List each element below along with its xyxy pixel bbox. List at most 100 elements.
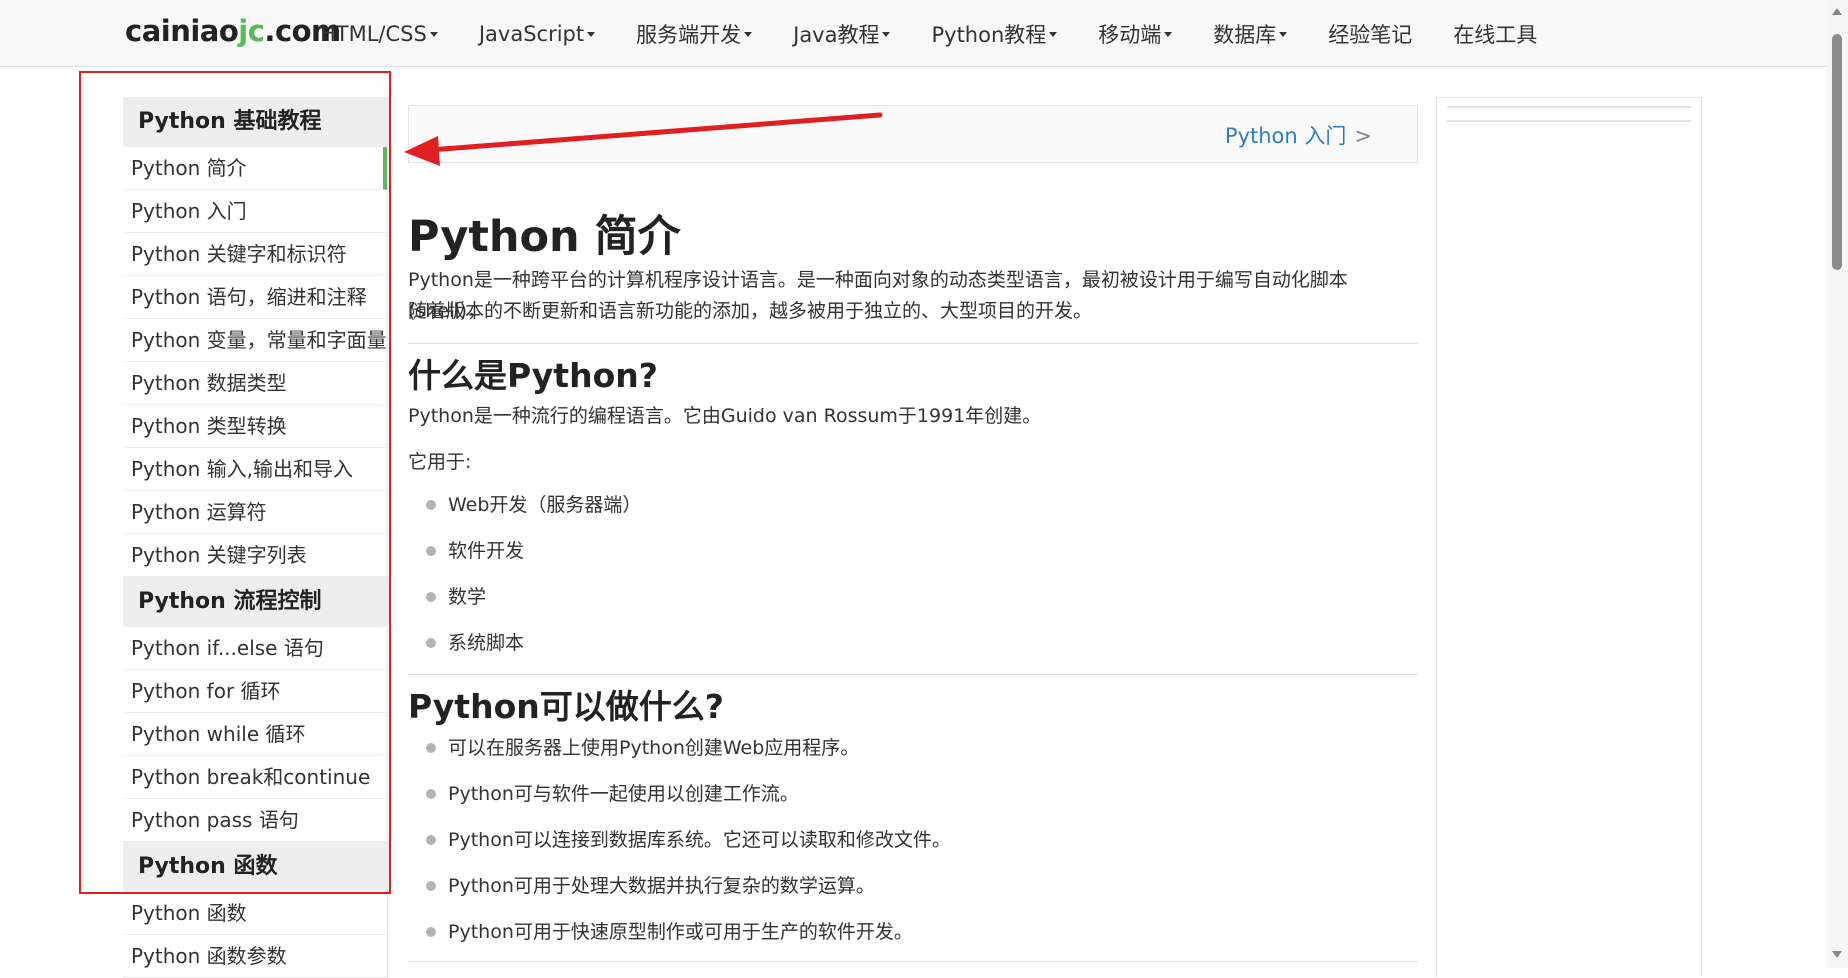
section-heading-what-can-do: Python可以做什么? bbox=[408, 687, 724, 726]
sidebar-section-title: Python 函数 bbox=[123, 842, 387, 892]
divider bbox=[408, 961, 1418, 962]
list-item-text: Python可以连接到数据库系统。它还可以读取和修改文件。 bbox=[448, 829, 951, 851]
sidebar-item-for-loop[interactable]: Python for 循环 bbox=[123, 670, 387, 713]
nav-python[interactable]: Python教程 bbox=[931, 19, 1058, 49]
logo-text-1: cainiao bbox=[125, 14, 239, 48]
bullet-icon bbox=[426, 835, 436, 845]
nav-notes[interactable]: 经验笔记 bbox=[1328, 19, 1412, 49]
nav-label: HTML/CSS bbox=[320, 21, 427, 46]
list-item: Python可用于处理大数据并执行复杂的数学运算。 bbox=[426, 863, 951, 909]
sidebar-item-break-continue[interactable]: Python break和continue bbox=[123, 756, 387, 799]
list-item-text: Python可用于处理大数据并执行复杂的数学运算。 bbox=[448, 875, 875, 897]
caret-down-icon bbox=[744, 32, 753, 37]
bullet-icon bbox=[426, 881, 436, 891]
panel-divider bbox=[1447, 120, 1691, 122]
caret-down-icon bbox=[1049, 32, 1058, 37]
list-item: 数学 bbox=[426, 574, 641, 620]
nav-tools[interactable]: 在线工具 bbox=[1453, 19, 1537, 49]
sidebar-item-functions[interactable]: Python 函数 bbox=[123, 892, 387, 935]
scroll-thumb[interactable] bbox=[1832, 34, 1842, 270]
bullet-icon bbox=[426, 592, 436, 602]
list-item: Web开发（服务器端） bbox=[426, 482, 641, 528]
caret-down-icon bbox=[587, 32, 596, 37]
sidebar-item-function-args[interactable]: Python 函数参数 bbox=[123, 935, 387, 978]
sidebar: Python 基础教程 Python 简介 Python 入门 Python 关… bbox=[123, 97, 388, 978]
sidebar-item-intro[interactable]: Python 简介 bbox=[123, 147, 387, 190]
sidebar-item-pass[interactable]: Python pass 语句 bbox=[123, 799, 387, 842]
bullet-icon bbox=[426, 500, 436, 510]
sidebar-item-data-types[interactable]: Python 数据类型 bbox=[123, 362, 387, 405]
list-item-text: Web开发（服务器端） bbox=[448, 494, 642, 516]
nav-database[interactable]: 数据库 bbox=[1213, 19, 1288, 49]
bullet-icon bbox=[426, 927, 436, 937]
sidebar-item-operators[interactable]: Python 运算符 bbox=[123, 491, 387, 534]
main-nav: HTML/CSS JavaScript 服务端开发 Java教程 Python教… bbox=[320, 0, 1578, 67]
list-item: 系统脚本 bbox=[426, 620, 641, 666]
nav-label: Java教程 bbox=[793, 22, 880, 47]
caret-down-icon bbox=[1164, 32, 1173, 37]
list-item-text: 数学 bbox=[448, 586, 487, 608]
nav-server[interactable]: 服务端开发 bbox=[636, 19, 753, 49]
next-page-label: Python 入门 bbox=[1224, 124, 1347, 148]
list-item-text: 软件开发 bbox=[448, 540, 525, 562]
bullet-icon bbox=[426, 638, 436, 648]
what-is-text: Python是一种流行的编程语言。它由Guido van Rossum于1991… bbox=[408, 405, 1042, 427]
bullet-icon bbox=[426, 743, 436, 753]
sidebar-item-getting-started[interactable]: Python 入门 bbox=[123, 190, 387, 233]
page-title: Python 简介 bbox=[408, 212, 681, 262]
bullet-icon bbox=[426, 789, 436, 799]
next-page-link[interactable]: Python 入门 > bbox=[1225, 120, 1372, 150]
nav-label: 在线工具 bbox=[1453, 22, 1538, 47]
uses-label: 它用于: bbox=[408, 451, 472, 473]
site-logo[interactable]: cainiaojc.com bbox=[125, 14, 341, 48]
list-item-text: 系统脚本 bbox=[448, 632, 525, 654]
nav-label: 服务端开发 bbox=[636, 22, 742, 47]
sidebar-item-io[interactable]: Python 输入,输出和导入 bbox=[123, 448, 387, 491]
divider bbox=[408, 343, 1418, 344]
nav-label: Python教程 bbox=[931, 22, 1047, 47]
sidebar-item-if-else[interactable]: Python if...else 语句 bbox=[123, 627, 387, 670]
caret-down-icon bbox=[429, 32, 438, 37]
sidebar-section-title: Python 流程控制 bbox=[123, 577, 387, 627]
nav-html-css[interactable]: HTML/CSS bbox=[320, 22, 438, 46]
list-item-text: Python可与软件一起使用以创建工作流。 bbox=[448, 783, 799, 805]
sidebar-item-variables[interactable]: Python 变量，常量和字面量 bbox=[123, 319, 387, 362]
vertical-scrollbar[interactable] bbox=[1826, 0, 1848, 968]
pager-bar: Python 入门 > bbox=[408, 105, 1418, 163]
right-sidebar-panel bbox=[1436, 97, 1702, 977]
panel-divider bbox=[1447, 106, 1691, 108]
list-item-text: 可以在服务器上使用Python创建Web应用程序。 bbox=[448, 737, 860, 759]
sidebar-section-title: Python 基础教程 bbox=[123, 97, 387, 147]
intro-paragraph-line2: 随着版本的不断更新和语言新功能的添加，越多被用于独立的、大型项目的开发。 bbox=[408, 300, 1093, 322]
nav-java[interactable]: Java教程 bbox=[793, 19, 891, 49]
nav-mobile[interactable]: 移动端 bbox=[1098, 19, 1173, 49]
list-item: Python可用于快速原型制作或可用于生产的软件开发。 bbox=[426, 909, 951, 955]
nav-javascript[interactable]: JavaScript bbox=[478, 21, 596, 46]
sidebar-item-type-conversion[interactable]: Python 类型转换 bbox=[123, 405, 387, 448]
list-item: 可以在服务器上使用Python创建Web应用程序。 bbox=[426, 725, 951, 771]
sidebar-item-statements[interactable]: Python 语句，缩进和注释 bbox=[123, 276, 387, 319]
nav-label: 经验笔记 bbox=[1328, 22, 1413, 47]
top-navbar: cainiaojc.com HTML/CSS JavaScript 服务端开发 … bbox=[0, 0, 1848, 67]
nav-label: 数据库 bbox=[1213, 22, 1277, 47]
nav-label: JavaScript bbox=[478, 21, 585, 46]
bullet-icon bbox=[426, 546, 436, 556]
list-item-text: Python可用于快速原型制作或可用于生产的软件开发。 bbox=[448, 921, 913, 943]
list-item: Python可与软件一起使用以创建工作流。 bbox=[426, 771, 951, 817]
list-item: 软件开发 bbox=[426, 528, 641, 574]
caret-down-icon bbox=[882, 32, 891, 37]
sidebar-item-while-loop[interactable]: Python while 循环 bbox=[123, 713, 387, 756]
nav-label: 移动端 bbox=[1098, 22, 1162, 47]
section-heading-what-is: 什么是Python? bbox=[408, 356, 658, 395]
sidebar-item-keyword-list[interactable]: Python 关键字列表 bbox=[123, 534, 387, 577]
scroll-up-arrow-icon[interactable] bbox=[1832, 8, 1842, 15]
caret-down-icon bbox=[1279, 32, 1288, 37]
capabilities-list: 可以在服务器上使用Python创建Web应用程序。 Python可与软件一起使用… bbox=[426, 725, 951, 955]
uses-list: Web开发（服务器端） 软件开发 数学 系统脚本 bbox=[426, 482, 641, 666]
scroll-down-arrow-icon[interactable] bbox=[1832, 951, 1842, 958]
sidebar-item-keywords-identifiers[interactable]: Python 关键字和标识符 bbox=[123, 233, 387, 276]
logo-text-2: jc bbox=[238, 14, 265, 48]
chevron-right-icon: > bbox=[1354, 124, 1372, 148]
divider bbox=[408, 674, 1418, 675]
list-item: Python可以连接到数据库系统。它还可以读取和修改文件。 bbox=[426, 817, 951, 863]
